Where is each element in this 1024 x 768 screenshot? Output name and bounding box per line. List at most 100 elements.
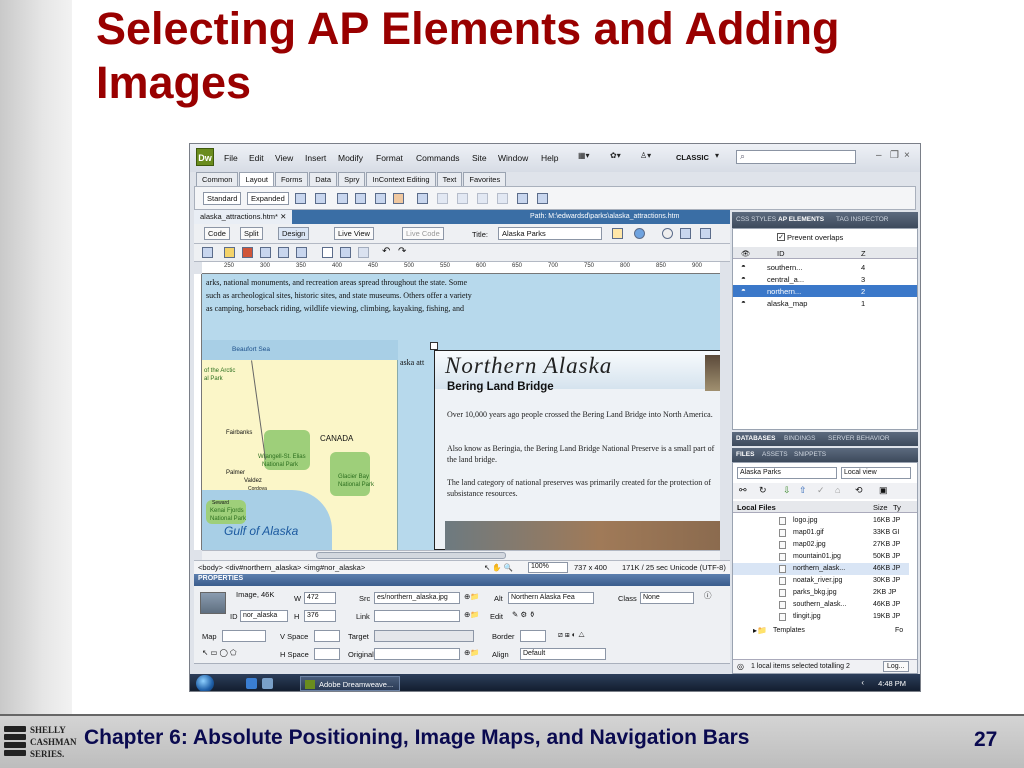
original-browse-icon[interactable]: ⊕📁 [464,648,480,657]
tab-tag-inspector[interactable]: TAG INSPECTOR [836,216,889,223]
class-select[interactable]: None [640,592,694,604]
file-row[interactable]: mountain01.jpg 50KB JP [733,551,909,563]
tab-forms[interactable]: Forms [274,172,309,186]
horizontal-scrollbar[interactable] [202,550,720,560]
edit-image-icon[interactable]: ✎ ⚙ ⚱ [512,610,535,619]
table-icon[interactable] [417,193,428,204]
select-tool-icon[interactable]: ↖ ✋ 🔍 [484,563,513,572]
minimize-icon[interactable]: – [876,150,882,161]
eye-icon[interactable]: ◓ [741,286,746,295]
close-icon[interactable]: × [904,150,910,161]
split-view-button[interactable]: Split [240,227,263,240]
file-row[interactable]: noatak_river.jpg 30KB JP [733,575,909,587]
live-view-button[interactable]: Live View [334,227,374,240]
window-size[interactable]: 737 x 400 [574,563,607,572]
tag-selector[interactable]: <body> <div#northern_alaska> <img#nor_al… [198,563,365,572]
taskbar-dreamweaver-button[interactable]: Adobe Dreamweave... [300,676,400,691]
browser-preview-icon[interactable] [634,228,645,239]
eye-icon[interactable]: ◓ [741,298,746,307]
id-field[interactable]: nor_alaska [240,610,288,622]
file-row[interactable]: southern_alask... 46KB JP [733,599,909,611]
menu-view[interactable]: View [275,153,293,163]
alt-field[interactable]: Northern Alaska Fea [508,592,594,604]
hotspot-tools-icon[interactable]: ↖ ▭ ◯ ⬠ [202,648,237,657]
ap-row[interactable]: ◓ southern... 4 [733,261,917,273]
file-row[interactable]: map01.gif 33KB GI [733,527,909,539]
tab-files[interactable]: FILES [736,451,754,458]
view-options-icon[interactable] [680,228,691,239]
width-field[interactable]: 472 [304,592,336,604]
chevron-down-icon[interactable]: ▾ [715,151,719,160]
iframe-icon[interactable] [517,193,528,204]
ap-row-selected[interactable]: ◓ northern... 2 [733,285,917,297]
menu-window[interactable]: Window [498,153,528,163]
border-field[interactable] [520,630,546,642]
file-row[interactable]: tlingit.jpg 19KB JP [733,611,909,623]
spry-menu-icon[interactable] [337,193,348,204]
log-button[interactable]: Log... [883,661,909,672]
tab-snippets[interactable]: SNIPPETS [794,451,826,458]
link-field[interactable] [374,610,460,622]
tab-data[interactable]: Data [309,172,338,186]
workspace-switcher[interactable]: CLASSIC [676,153,709,162]
new-document-icon[interactable] [202,247,213,258]
browse-folder-icon[interactable]: ⊕📁 [464,592,480,601]
menu-modify[interactable]: Modify [338,153,363,163]
show-desktop-icon[interactable] [262,678,273,689]
tab-databases[interactable]: DATABASES [736,435,775,442]
get-files-icon[interactable]: ⇩ [783,485,791,496]
frames-icon[interactable] [537,193,548,204]
link-browse-icon[interactable]: ⊕📁 [464,610,480,619]
spry-tabbed-icon[interactable] [355,193,366,204]
site-icon[interactable]: ♙▾ [640,151,651,160]
eye-icon[interactable]: ◓ [741,274,746,283]
folder-row[interactable]: ▸📁 Templates Fo [733,625,909,637]
design-view-button[interactable]: Design [278,227,310,240]
file-row[interactable]: parks_bkg.jpg 2KB JP [733,587,909,599]
tab-spry[interactable]: Spry [338,172,366,186]
close-tab-icon[interactable]: ✕ [280,212,286,221]
layout-icon[interactable]: ▦▾ [578,151,590,160]
ap-row[interactable]: ◓ central_a... 3 [733,273,917,285]
gear-icon[interactable]: ✿▾ [610,151,621,160]
paste-icon[interactable] [358,247,369,258]
tab-css-styles[interactable]: CSS STYLES [736,216,776,223]
tab-server-behaviors[interactable]: SERVER BEHAVIOR [828,435,890,442]
prevent-overlaps-checkbox[interactable]: ✓ [777,233,785,241]
copy-icon[interactable] [340,247,351,258]
menu-file[interactable]: File [224,153,238,163]
clock[interactable]: 4:48 PM [878,679,906,688]
vspace-field[interactable] [314,630,340,642]
src-field[interactable]: es/northern_alaska.jpg [374,592,460,604]
file-row[interactable]: map02.jpg 27KB JP [733,539,909,551]
standard-mode-button[interactable]: Standard [203,192,242,205]
zoom-select[interactable]: 100% [528,562,568,573]
document-tab[interactable]: alaska_attractions.htm* ✕ [194,210,293,224]
start-button[interactable] [196,675,214,691]
document-title-field[interactable]: Alaska Parks [498,227,602,240]
tray-expand-icon[interactable]: ‹ [861,678,864,687]
scrollbar-thumb[interactable] [316,552,506,559]
spry-accordion-icon[interactable] [375,193,386,204]
visual-aids-icon[interactable] [700,228,711,239]
search-input[interactable]: ⌕ [736,150,856,164]
view-select[interactable]: Local view [841,467,911,479]
check-out-icon[interactable]: ✓ [817,485,825,496]
tab-favorites[interactable]: Favorites [463,172,507,186]
connect-icon[interactable]: ⚯ [739,485,747,496]
menu-site[interactable]: Site [472,153,487,163]
undo-icon[interactable]: ↶ [382,246,390,257]
align-select[interactable]: Default [520,648,606,660]
tab-text[interactable]: Text [436,172,463,186]
refresh-icon[interactable] [662,228,673,239]
print-code-icon[interactable] [296,247,307,258]
tab-assets[interactable]: ASSETS [762,451,788,458]
menu-commands[interactable]: Commands [416,153,459,163]
check-in-icon[interactable]: ⌂ [835,485,840,495]
expand-icon[interactable]: ▣ [879,485,888,496]
ap-element-handle[interactable] [430,342,438,350]
file-row[interactable]: logo.jpg 16KB JP [733,515,909,527]
insert-div-icon[interactable] [295,193,306,204]
put-files-icon[interactable]: ⇧ [799,485,807,496]
tab-bindings[interactable]: BINDINGS [784,435,815,442]
